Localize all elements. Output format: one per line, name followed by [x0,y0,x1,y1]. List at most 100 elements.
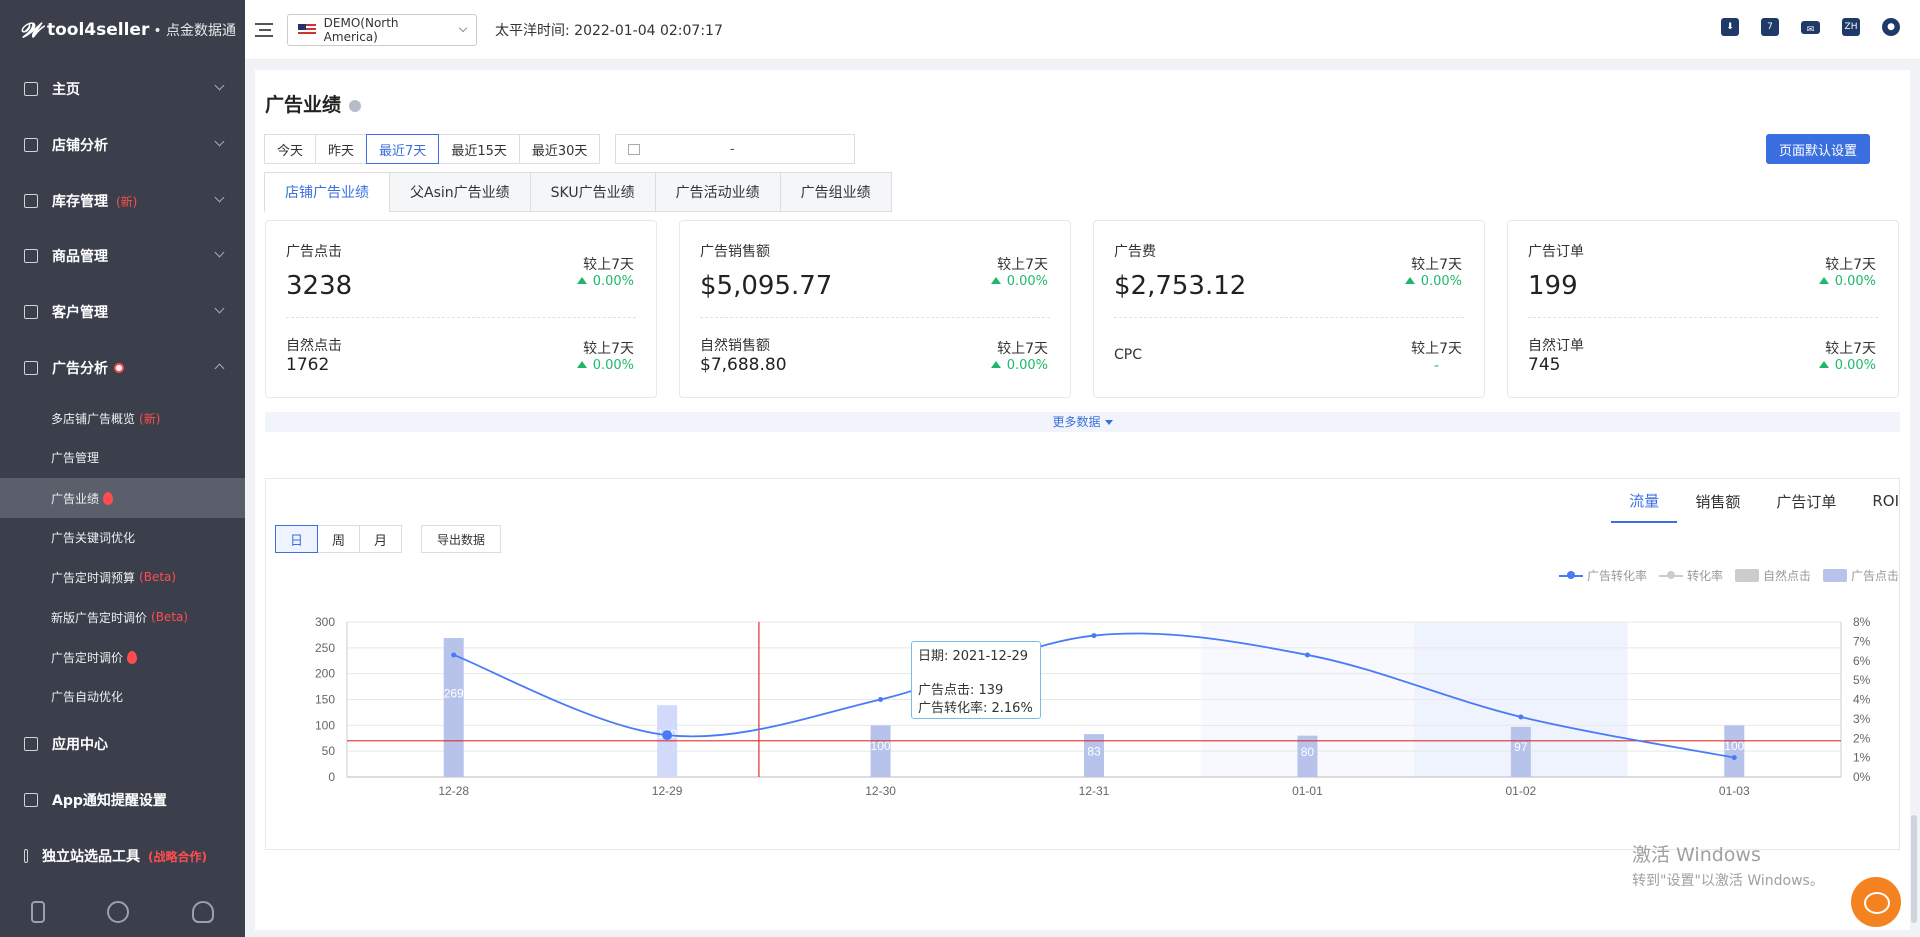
date-btn-last30[interactable]: 最近30天 [518,134,601,164]
compare-label: 较上7天 [1825,341,1876,357]
date-btn-today[interactable]: 今天 [264,134,317,164]
y2-tick-label: 8% [1853,615,1871,629]
period-month[interactable]: 月 [359,525,402,553]
kpi-sub-value: $7,688.80 [700,355,787,375]
sub-scheduled-budget[interactable]: 广告定时调预算 (Beta) [0,559,245,595]
legend-item-ad-conversion[interactable]: 广告转化率 [1558,567,1647,584]
kpi-sub-value: 745 [1528,355,1561,375]
kpi-sub-label: 自然点击 [286,338,342,354]
chart-legend: 广告转化率 转化率 自然点击 广告点击 [1558,567,1899,584]
store-selector[interactable]: DEMO(North America) [287,13,477,46]
kpi-label: 广告费 [1114,244,1156,260]
kpi-sub-compare: 较上7天 - [1411,338,1462,374]
more-data-label: 更多数据 [1052,415,1101,429]
kpi-sub-compare: 较上7天 0.00% [577,338,634,373]
sub-ad-performance[interactable]: 广告业绩 [0,478,245,518]
sub-keyword-optimization[interactable]: 广告关键词优化 [0,519,245,555]
pacific-time: 太平洋时间: 2022-01-04 02:07:17 [495,22,723,39]
y2-tick-label: 3% [1853,712,1871,726]
y2-tick-label: 7% [1853,634,1871,648]
nav-home[interactable]: 主页 [0,69,245,109]
more-data-toggle[interactable]: 更多数据 [265,412,1900,432]
tab-ad-orders[interactable]: 广告订单 [1758,479,1854,523]
menu-collapse-icon[interactable] [255,22,273,37]
ad-icon [24,361,38,375]
nav-inventory[interactable]: 库存管理 (新) [0,181,245,221]
legend-label: 自然点击 [1762,569,1811,583]
legend-item-ad-clicks[interactable]: 广告点击 [1822,567,1899,584]
tab-roi[interactable]: ROI [1854,479,1899,523]
tab-campaign[interactable]: 广告活动业绩 [654,172,781,212]
line-point [451,652,457,658]
legend-item-conversion[interactable]: 转化率 [1658,567,1723,584]
date-btn-last7[interactable]: 最近7天 [366,134,440,164]
store-name: DEMO(North America) [323,15,399,44]
tab-traffic[interactable]: 流量 [1611,479,1678,523]
divider [1528,317,1878,318]
tab-parent-asin[interactable]: 父Asin广告业绩 [389,172,531,212]
tab-ad-group[interactable]: 广告组业绩 [779,172,892,212]
kpi-value: 3238 [286,271,353,301]
period-day[interactable]: 日 [275,525,318,553]
bar-value-label: 97 [1514,740,1528,754]
y-tick-label: 150 [315,693,335,707]
nav-app-center[interactable]: 应用中心 [0,724,245,764]
x-tick-label: 12-28 [438,784,469,798]
nav-label: 商品管理 [52,249,108,265]
sub-label: 广告定时调价 [51,650,124,665]
store-icon [24,138,38,152]
chevron-down-icon [214,247,225,258]
sub-ad-management[interactable]: 广告管理 [0,439,245,475]
nav-ad-analysis[interactable]: 广告分析 [0,348,245,388]
sub-auto-optimization[interactable]: 广告自动优化 [0,678,245,714]
chart-canvas: 0 50 100 150 200 250 300 0% 1% 2% 3% 4% 5% 6% 7% 8% 269 1… [315,615,1871,798]
logo-text: tool4seller [46,20,150,40]
nav-store-analysis[interactable]: 店铺分析 [0,125,245,165]
kpi-compare: 较上7天 0.00% [1819,254,1876,289]
tab-sku[interactable]: SKU广告业绩 [529,172,656,212]
calendar-icon[interactable]: 7 [1761,18,1779,36]
mobile-icon[interactable] [31,901,46,923]
sub-multi-store-overview[interactable]: 多店铺广告概览 (新) [0,400,245,436]
chat-support-button[interactable] [1851,877,1901,927]
scrollbar[interactable] [1911,815,1917,923]
y2-tick-label: 0% [1853,770,1871,784]
nav-customers[interactable]: 客户管理 [0,292,245,332]
chevron-down-icon [214,80,225,91]
export-data-button[interactable]: 导出数据 [421,525,501,553]
y-tick-label: 200 [315,667,335,681]
date-btn-yesterday[interactable]: 昨天 [315,134,368,164]
kpi-card-ad-sales: 广告销售额 $5,095.77 较上7天 0.00% 自然销售额 $7,688.8… [679,220,1071,398]
line-point [878,697,884,702]
home-icon [24,82,38,96]
info-icon[interactable] [349,100,362,112]
compare-percent: 0.00% [577,274,634,289]
date-range-picker[interactable]: - [615,134,855,164]
sub-label: 广告定时调预算 [51,570,136,585]
mail-icon[interactable]: ✉ [1801,20,1820,35]
wechat-icon[interactable] [107,901,130,923]
logo[interactable]: 𝓦 tool4seller • 点金数据通 [0,0,245,60]
sub-scheduled-bid[interactable]: 广告定时调价 [0,639,245,675]
kpi-value: 199 [1528,271,1578,301]
kpi-sub-compare: 较上7天 0.00% [991,338,1048,373]
nav-product-tool[interactable]: 独立站选品工具 (战略合作) [0,836,245,876]
divider [286,317,636,318]
user-avatar-icon[interactable]: ● [1882,18,1900,36]
language-switch[interactable]: ZH [1842,18,1860,36]
date-btn-last15[interactable]: 最近15天 [438,134,520,164]
qq-icon[interactable] [191,901,214,923]
tab-sales[interactable]: 销售额 [1677,479,1758,523]
nav-app-notifications[interactable]: App通知提醒设置 [0,780,245,820]
period-week[interactable]: 周 [317,525,360,553]
logo-icon: 𝓦 [20,18,41,42]
compare-label: 较上7天 [997,341,1048,357]
compare-label: 较上7天 [1411,257,1462,273]
legend-item-natural-clicks[interactable]: 自然点击 [1734,567,1811,584]
tab-store-ad[interactable]: 店铺广告业绩 [264,172,390,212]
nav-products[interactable]: 商品管理 [0,236,245,276]
page-default-settings-button[interactable]: 页面默认设置 [1766,134,1870,164]
download-icon[interactable]: ⬇ [1721,18,1739,36]
y-tick-label: 250 [315,641,335,655]
sub-new-scheduled-bid[interactable]: 新版广告定时调价 (Beta) [0,599,245,635]
